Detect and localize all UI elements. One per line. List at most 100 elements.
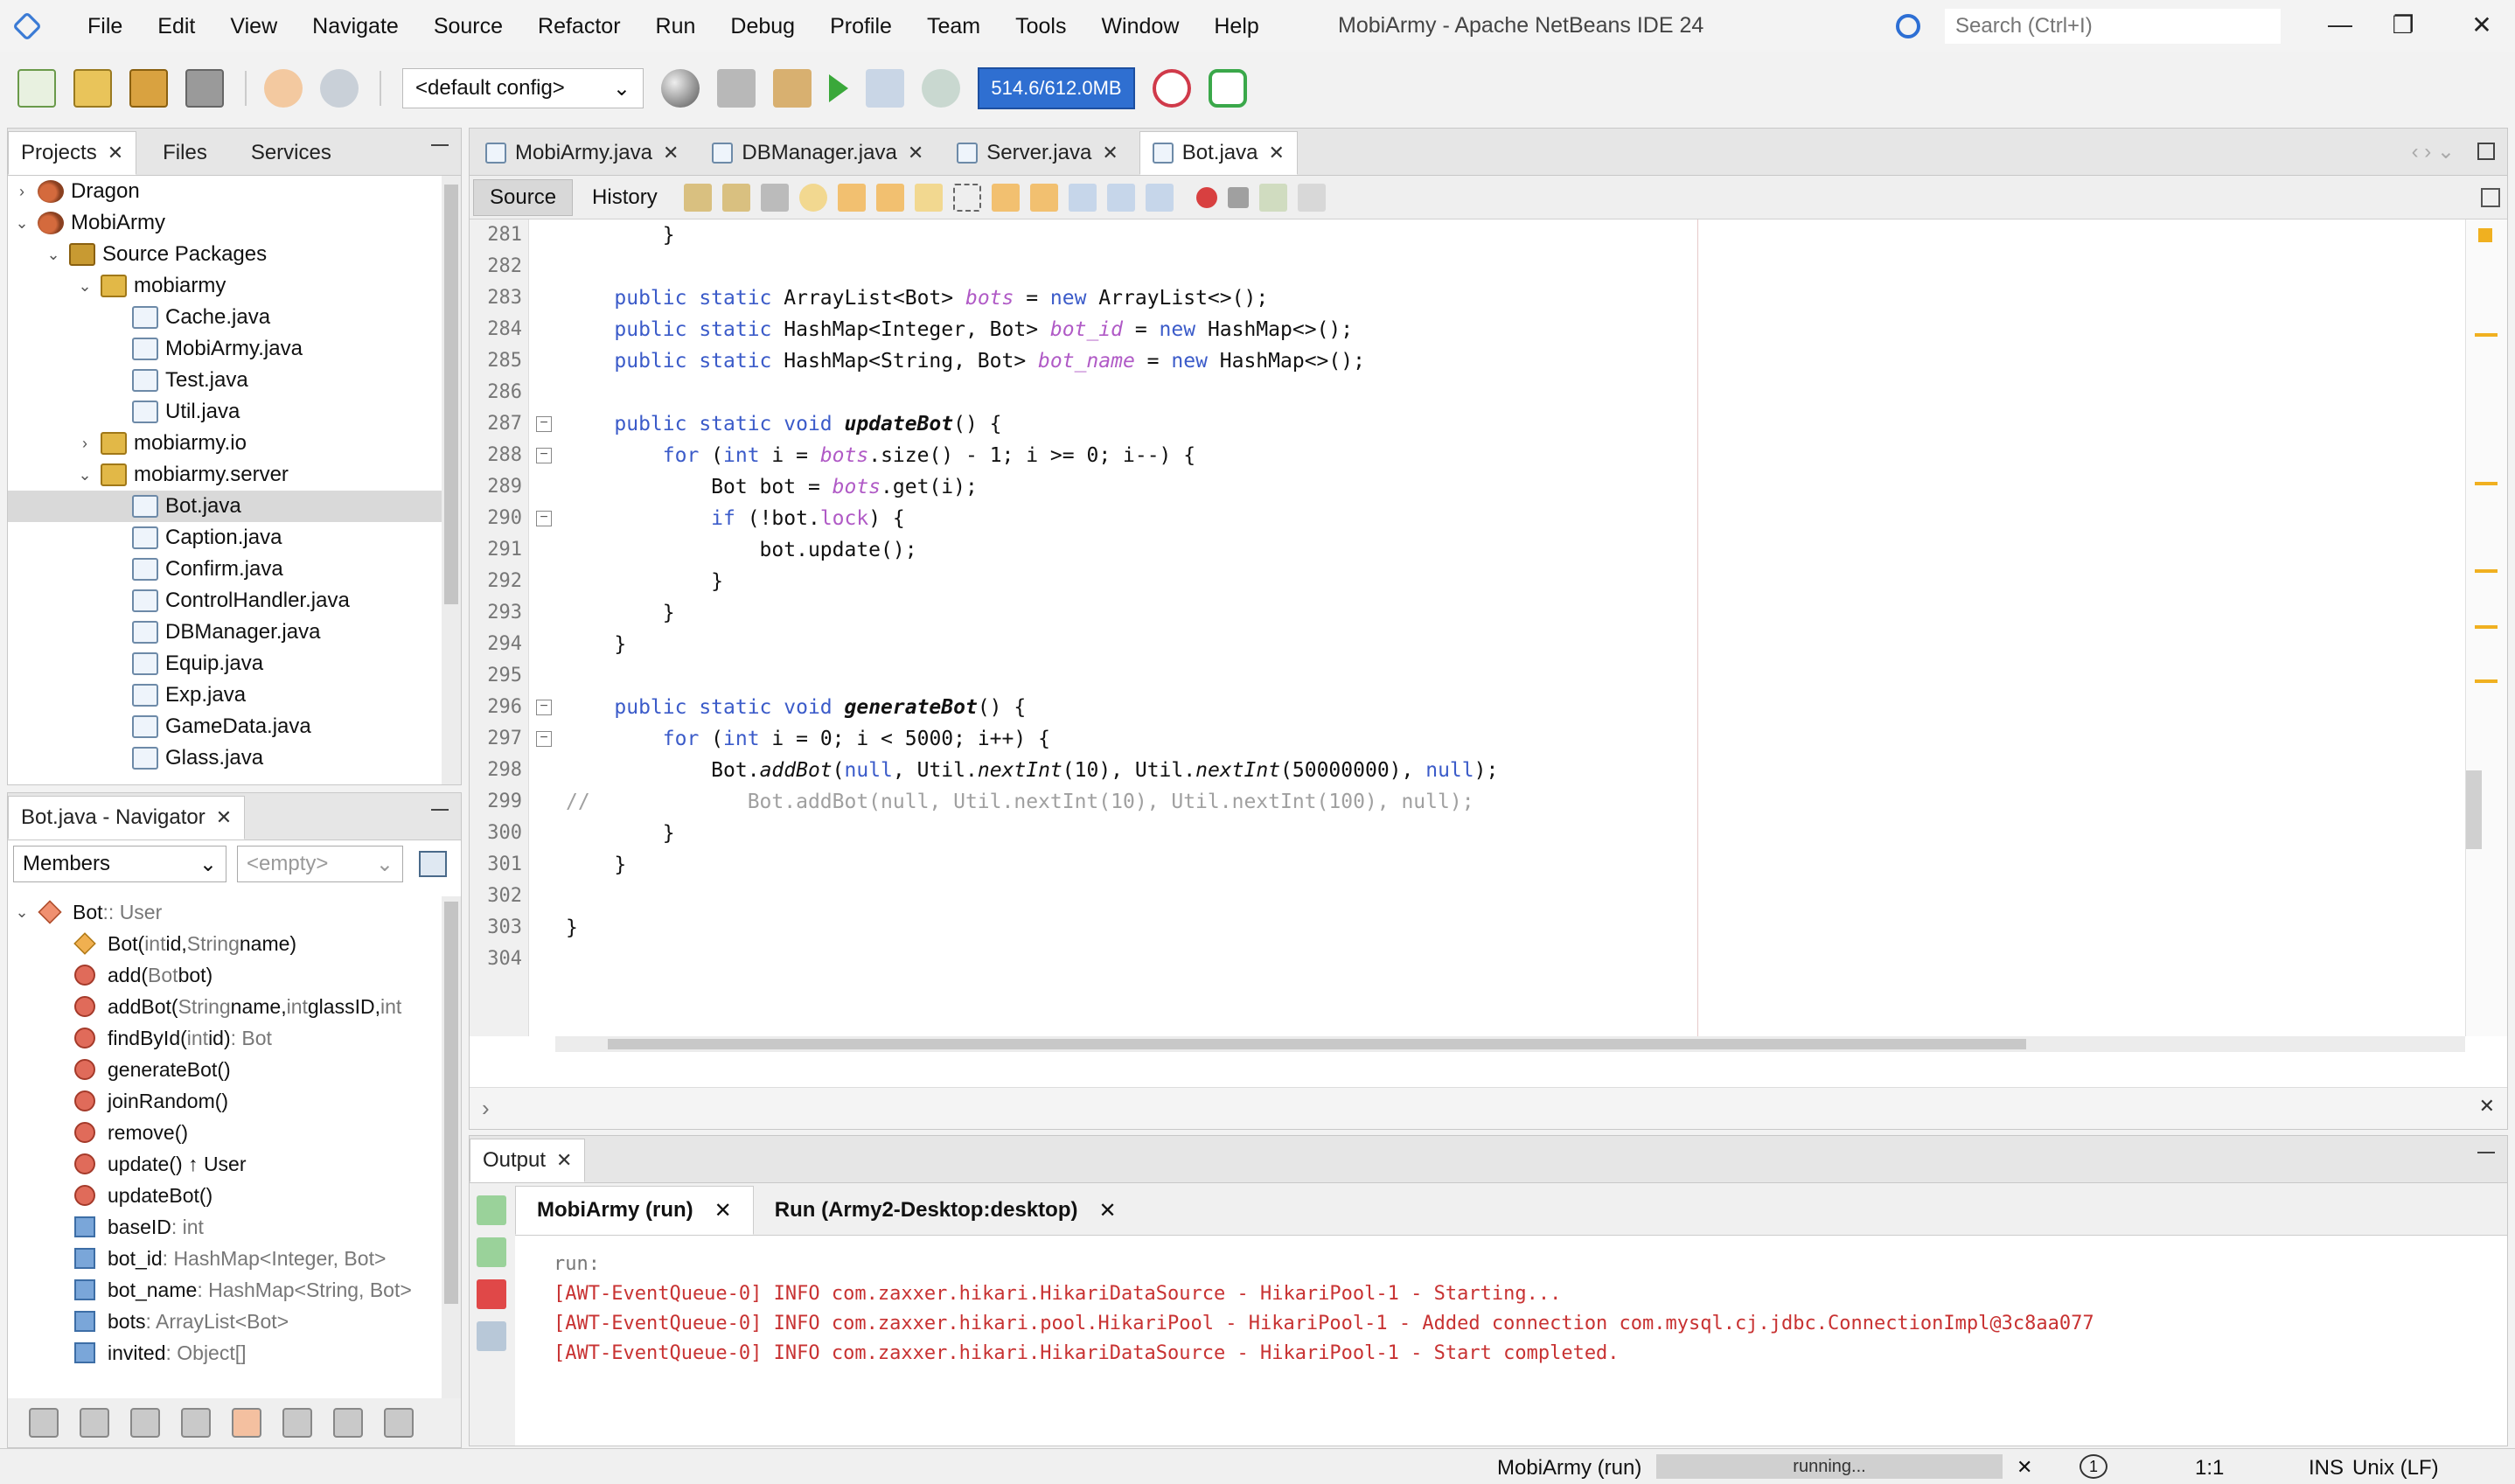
tab-output[interactable]: Output ✕ <box>470 1139 586 1182</box>
back-icon[interactable] <box>721 183 750 212</box>
clean-build-icon[interactable] <box>773 69 812 108</box>
find-next-icon[interactable] <box>875 183 904 212</box>
navigator-member[interactable]: Bot(int id, String name) <box>8 928 442 959</box>
tree-item[interactable]: ⌄ mobiarmy <box>8 270 442 302</box>
menu-view[interactable]: View <box>212 14 295 39</box>
navigator-member[interactable]: bot_name : HashMap<String, Bot> <box>8 1274 442 1306</box>
fold-toggle-icon[interactable]: − <box>536 416 552 432</box>
menu-team[interactable]: Team <box>909 14 998 39</box>
expand-toggle-icon[interactable]: ⌄ <box>76 277 94 296</box>
tree-item[interactable]: ⌄ Source Packages <box>8 239 442 270</box>
secondary-filter-select[interactable]: <empty> ⌄ <box>237 846 403 882</box>
profile-icon[interactable] <box>922 69 960 108</box>
split-editor-icon[interactable] <box>2481 187 2500 207</box>
line-ending[interactable]: Unix (LF) <box>2352 1456 2439 1481</box>
navigator-member[interactable]: joinRandom() <box>8 1085 442 1117</box>
search-icon[interactable] <box>1896 14 1920 38</box>
fold-toggle-icon[interactable]: − <box>536 700 552 715</box>
editor-tab[interactable]: MobiArmy.java ✕ <box>473 131 691 175</box>
navigator-member[interactable]: bots : ArrayList<Bot> <box>8 1306 442 1337</box>
menu-source[interactable]: Source <box>416 14 520 39</box>
vertical-scrollbar[interactable] <box>442 176 461 784</box>
navigator-member[interactable]: generateBot() <box>8 1054 442 1085</box>
editor-tab[interactable]: Bot.java ✕ <box>1139 131 1298 175</box>
tree-item[interactable]: ControlHandler.java <box>8 585 442 617</box>
error-stripe[interactable] <box>2465 219 2507 1036</box>
chevron-right-icon[interactable]: › <box>482 1095 490 1122</box>
previous-bookmark-icon[interactable] <box>991 183 1020 212</box>
output-subtab[interactable]: Run (Army2-Desktop:desktop) ✕ <box>754 1186 1138 1235</box>
uncomment-icon[interactable] <box>1297 183 1326 212</box>
last-edit-icon[interactable] <box>683 183 712 212</box>
fold-toggle-icon[interactable]: − <box>536 731 552 747</box>
caret-position[interactable]: 1:1 <box>2195 1456 2224 1481</box>
tab-services[interactable]: Services <box>233 131 349 175</box>
vertical-scrollbar[interactable] <box>442 896 461 1398</box>
tree-item[interactable]: Exp.java <box>8 679 442 711</box>
warning-status-icon[interactable] <box>2478 228 2492 242</box>
menu-tools[interactable]: Tools <box>998 14 1083 39</box>
close-icon[interactable]: ✕ <box>216 806 232 829</box>
profiler-snapshot-icon[interactable] <box>1209 69 1247 108</box>
chevron-down-icon[interactable]: ⌄ <box>13 903 31 922</box>
fields-filter-icon[interactable] <box>80 1408 109 1438</box>
menu-debug[interactable]: Debug <box>713 14 812 39</box>
editor-tab[interactable]: Server.java ✕ <box>944 131 1131 175</box>
close-icon[interactable]: ✕ <box>556 1149 572 1172</box>
save-all-icon[interactable] <box>185 69 224 108</box>
fqn-icon[interactable] <box>282 1408 312 1438</box>
tree-item[interactable]: Caption.java <box>8 522 442 554</box>
navigator-member[interactable]: addBot(String name, int glassID, int <box>8 991 442 1022</box>
close-icon[interactable]: ✕ <box>908 142 923 164</box>
menu-file[interactable]: File <box>70 14 140 39</box>
menu-navigate[interactable]: Navigate <box>295 14 416 39</box>
notifications-icon[interactable]: 1 <box>2080 1454 2107 1479</box>
static-filter-icon[interactable] <box>130 1408 160 1438</box>
redo-icon[interactable] <box>320 69 359 108</box>
find-icon[interactable] <box>798 183 827 212</box>
navigator-member[interactable]: bot_id : HashMap<Integer, Bot> <box>8 1243 442 1274</box>
tab-files[interactable]: Files <box>136 131 233 175</box>
tree-item[interactable]: Bot.java <box>8 491 442 522</box>
run-icon[interactable] <box>829 74 848 102</box>
rerun-icon[interactable] <box>477 1195 506 1225</box>
navigator-root[interactable]: ⌄ Bot :: User <box>8 896 442 928</box>
sort-by-name-icon[interactable] <box>333 1408 363 1438</box>
close-icon[interactable]: ✕ <box>1102 142 1118 164</box>
rectangular-selection-icon[interactable] <box>952 183 981 212</box>
navigator-member[interactable]: remove() <box>8 1117 442 1148</box>
minimize-window-button[interactable]: — <box>2323 10 2358 38</box>
expand-toggle-icon[interactable]: › <box>13 183 31 201</box>
open-project-icon[interactable] <box>129 69 168 108</box>
tree-item[interactable]: Test.java <box>8 365 442 396</box>
new-project-icon[interactable] <box>73 69 112 108</box>
inherited-members-icon[interactable] <box>29 1408 59 1438</box>
find-previous-icon[interactable] <box>837 183 866 212</box>
next-bookmark-icon[interactable] <box>1029 183 1058 212</box>
tree-item[interactable]: › mobiarmy.io <box>8 428 442 459</box>
tree-item[interactable]: Confirm.java <box>8 554 442 585</box>
gc-icon[interactable] <box>1153 69 1191 108</box>
sort-by-source-icon[interactable] <box>384 1408 414 1438</box>
close-window-button[interactable]: ✕ <box>2464 10 2499 39</box>
expand-toggle-icon[interactable]: ⌄ <box>13 214 31 233</box>
history-mode-button[interactable]: History <box>576 179 673 216</box>
menu-refactor[interactable]: Refactor <box>520 14 637 39</box>
editor-tab[interactable]: DBManager.java ✕ <box>700 131 936 175</box>
fold-toggle-icon[interactable]: − <box>536 511 552 526</box>
navigator-member[interactable]: add(Bot bot) <box>8 959 442 991</box>
start-macro-icon[interactable] <box>1195 186 1217 208</box>
tree-item[interactable]: DBManager.java <box>8 617 442 648</box>
menu-run[interactable]: Run <box>638 14 714 39</box>
tree-item[interactable]: ⌄ mobiarmy.server <box>8 459 442 491</box>
output-subtab[interactable]: MobiArmy (run) ✕ <box>515 1186 754 1235</box>
minimize-icon[interactable] <box>431 809 449 811</box>
shift-right-icon[interactable] <box>1145 183 1174 212</box>
debug-icon[interactable] <box>866 69 904 108</box>
tree-item[interactable]: Glass.java <box>8 742 442 774</box>
close-icon[interactable]: ✕ <box>1098 1198 1116 1223</box>
config-select[interactable]: <default config> ⌄ <box>402 68 644 108</box>
tree-item[interactable]: Util.java <box>8 396 442 428</box>
tree-item[interactable]: Cache.java <box>8 302 442 333</box>
minimize-icon[interactable] <box>431 144 449 146</box>
